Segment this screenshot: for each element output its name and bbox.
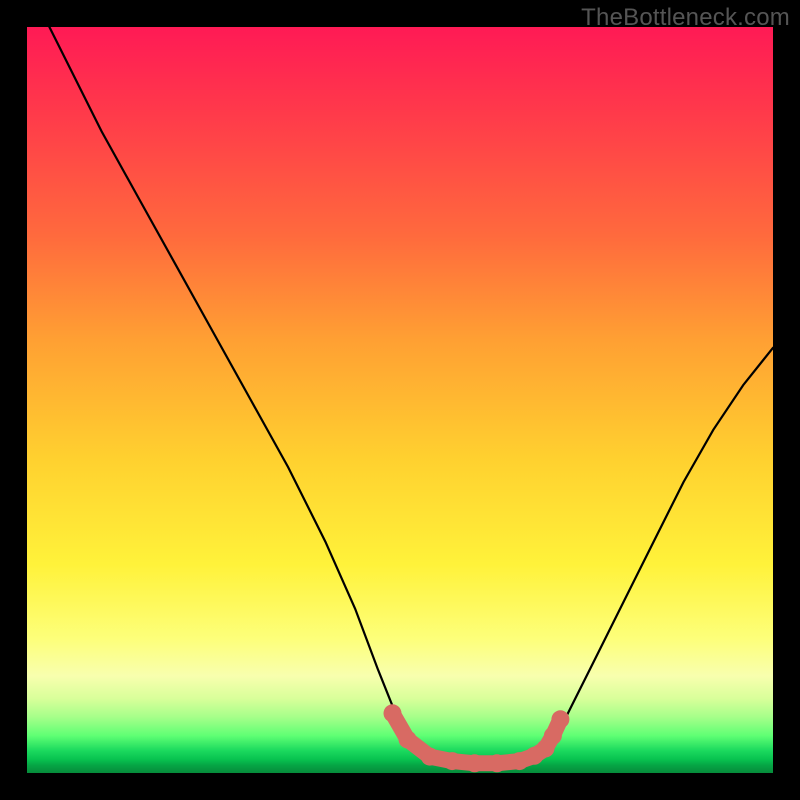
highlight-dot [399, 730, 417, 748]
chart-svg [27, 27, 773, 773]
curve-path-group [49, 27, 773, 766]
highlight-dot [384, 704, 402, 722]
highlight-dot [551, 710, 569, 728]
highlight-dot [544, 727, 562, 745]
chart-frame: TheBottleneck.com [0, 0, 800, 800]
highlight-dots-group [384, 704, 570, 772]
plot-area [27, 27, 773, 773]
highlight-dot [466, 754, 484, 772]
bottleneck-curve [49, 27, 773, 766]
highlight-dot [421, 748, 439, 766]
highlight-dot [488, 754, 506, 772]
highlight-dot [443, 752, 461, 770]
